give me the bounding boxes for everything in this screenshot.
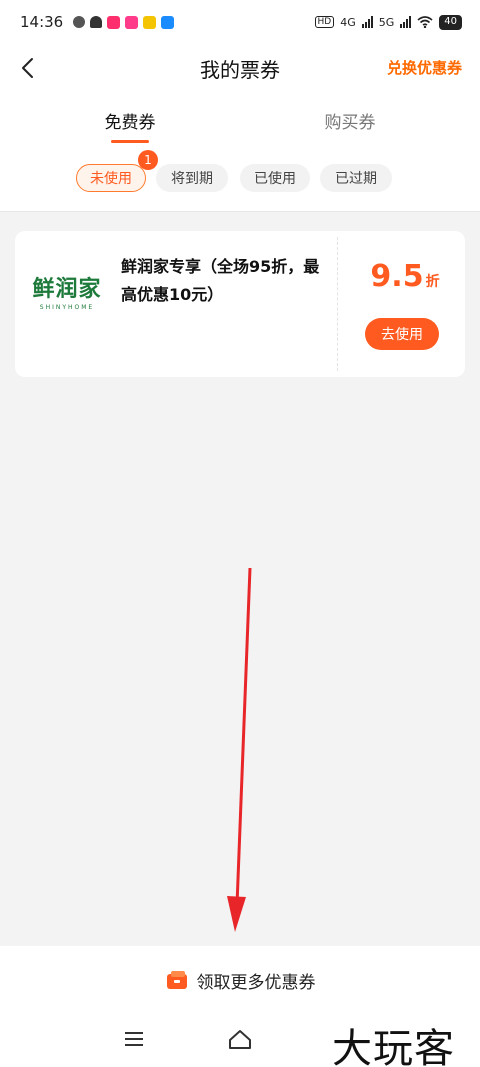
get-more-coupons-label: 领取更多优惠券 (196, 972, 316, 993)
signal-icon (400, 16, 412, 28)
app-notification-icon (161, 15, 175, 29)
filter-expiring[interactable]: 将到期 (156, 164, 228, 192)
battery-indicator: 40 (439, 14, 462, 30)
brand-logo-subtext: SHINYHOME (39, 304, 95, 311)
unused-count-badge: 1 (138, 150, 158, 170)
wifi-icon (417, 16, 433, 28)
discount-value: 9.5 (370, 259, 424, 294)
coupon-divider (337, 237, 338, 371)
tab-free-coupons[interactable]: 免费券 (80, 108, 180, 133)
signal-icon (361, 16, 373, 28)
coupon-ticket-icon (166, 971, 187, 989)
app-notification-icon (125, 15, 139, 29)
discount-unit: 折 (425, 274, 440, 290)
coupon-card[interactable]: 鲜润家 SHINYHOME 鲜润家专享（全场95折，最高优惠10元） 9.5 折 … (15, 231, 465, 377)
status-filter-bar: 未使用 1 将到期 已使用 已过期 (0, 150, 480, 212)
status-app-icons (73, 15, 175, 29)
network-5g-indicator: 5G (378, 15, 395, 29)
tab-purchased-coupons[interactable]: 购买券 (300, 108, 400, 133)
app-notification-icon (73, 16, 86, 28)
exchange-coupon-link[interactable]: 兑换优惠券 (387, 57, 462, 78)
brand-logo-text: 鲜润家 (32, 277, 102, 302)
coupon-discount: 9.5 折 (355, 259, 455, 294)
watermark-text: 大玩客 (332, 1026, 455, 1067)
home-icon[interactable] (226, 1026, 254, 1052)
app-notification-icon (90, 16, 103, 28)
app-notification-icon (143, 15, 157, 29)
hd-indicator: HD (314, 16, 335, 28)
use-coupon-button[interactable]: 去使用 (365, 318, 439, 350)
annotation-arrow-icon (227, 567, 252, 932)
system-navigation-bar: 大玩客 (0, 1014, 480, 1067)
app-header: 我的票券 兑换优惠券 (0, 44, 480, 92)
filter-unused[interactable]: 未使用 (76, 164, 146, 192)
status-time: 14:36 (20, 13, 64, 31)
menu-icon[interactable] (122, 1028, 146, 1050)
app-notification-icon (107, 15, 121, 29)
brand-logo: 鲜润家 SHINYHOME (29, 271, 105, 311)
status-indicators: HD 4G 5G 40 (314, 14, 462, 30)
network-4g-indicator: 4G (340, 15, 356, 29)
coupon-type-tabs: 免费券 购买券 (0, 92, 480, 154)
coupon-title: 鲜润家专享（全场95折，最高优惠10元） (121, 257, 320, 304)
filter-expired[interactable]: 已过期 (320, 164, 392, 192)
status-bar: 14:36 HD 4G 5G 40 (0, 0, 480, 44)
filter-used[interactable]: 已使用 (240, 164, 310, 192)
get-more-coupons-button[interactable]: 领取更多优惠券 (0, 946, 480, 1014)
active-tab-indicator (111, 140, 149, 143)
